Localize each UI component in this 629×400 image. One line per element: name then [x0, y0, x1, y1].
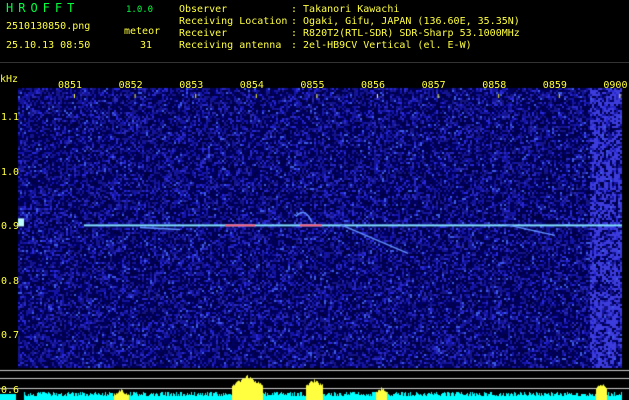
timestamp: 25.10.13 08:50	[6, 40, 91, 51]
time-tick-label: 0854	[239, 80, 264, 91]
location-label: Receiving Location	[179, 16, 288, 27]
time-tick-label: 0853	[179, 80, 204, 91]
receiver-label: Receiver	[179, 28, 228, 39]
observer-value: : Takanori Kawachi	[291, 4, 400, 15]
antenna-label: Receiving antenna	[179, 40, 282, 51]
header-divider	[0, 62, 629, 63]
time-tick-label: 0852	[118, 80, 143, 91]
freq-tick-label: 1.1	[1, 112, 20, 124]
time-tick-label: 0857	[421, 80, 446, 91]
spectrogram	[0, 72, 629, 400]
meteor-count: 31	[140, 40, 153, 51]
freq-tick-label: 0.8	[1, 275, 20, 287]
location-value: : Ogaki, Gifu, JAPAN (136.60E, 35.35N)	[291, 16, 520, 27]
receiver-value: : R820T2(RTL-SDR) SDR-Sharp 53.1000MHz	[291, 28, 520, 39]
time-tick-label: 0858	[482, 80, 507, 91]
freq-tick-label: 0.9	[1, 221, 20, 233]
time-tick-label: 0859	[542, 80, 567, 91]
freq-tick-label: 0.6	[1, 384, 20, 396]
time-tick-label: 0855	[300, 80, 325, 91]
time-tick-label: 0856	[361, 80, 386, 91]
observer-label: Observer	[179, 4, 228, 15]
freq-tick-label: 1.0	[1, 166, 20, 178]
freq-unit-label: kHz	[0, 74, 19, 85]
time-tick-label: 0851	[58, 80, 83, 91]
antenna-value: : 2el-HB9CV Vertical (el. E-W)	[291, 40, 472, 51]
time-tick-label: 0900	[603, 80, 628, 91]
freq-tick-label: 0.7	[1, 330, 20, 342]
app-version: 1.0.0	[126, 5, 154, 15]
filename: 2510130850.png	[6, 21, 91, 32]
app-title: HROFFT	[6, 1, 80, 15]
meteor-label: meteor	[124, 26, 161, 37]
